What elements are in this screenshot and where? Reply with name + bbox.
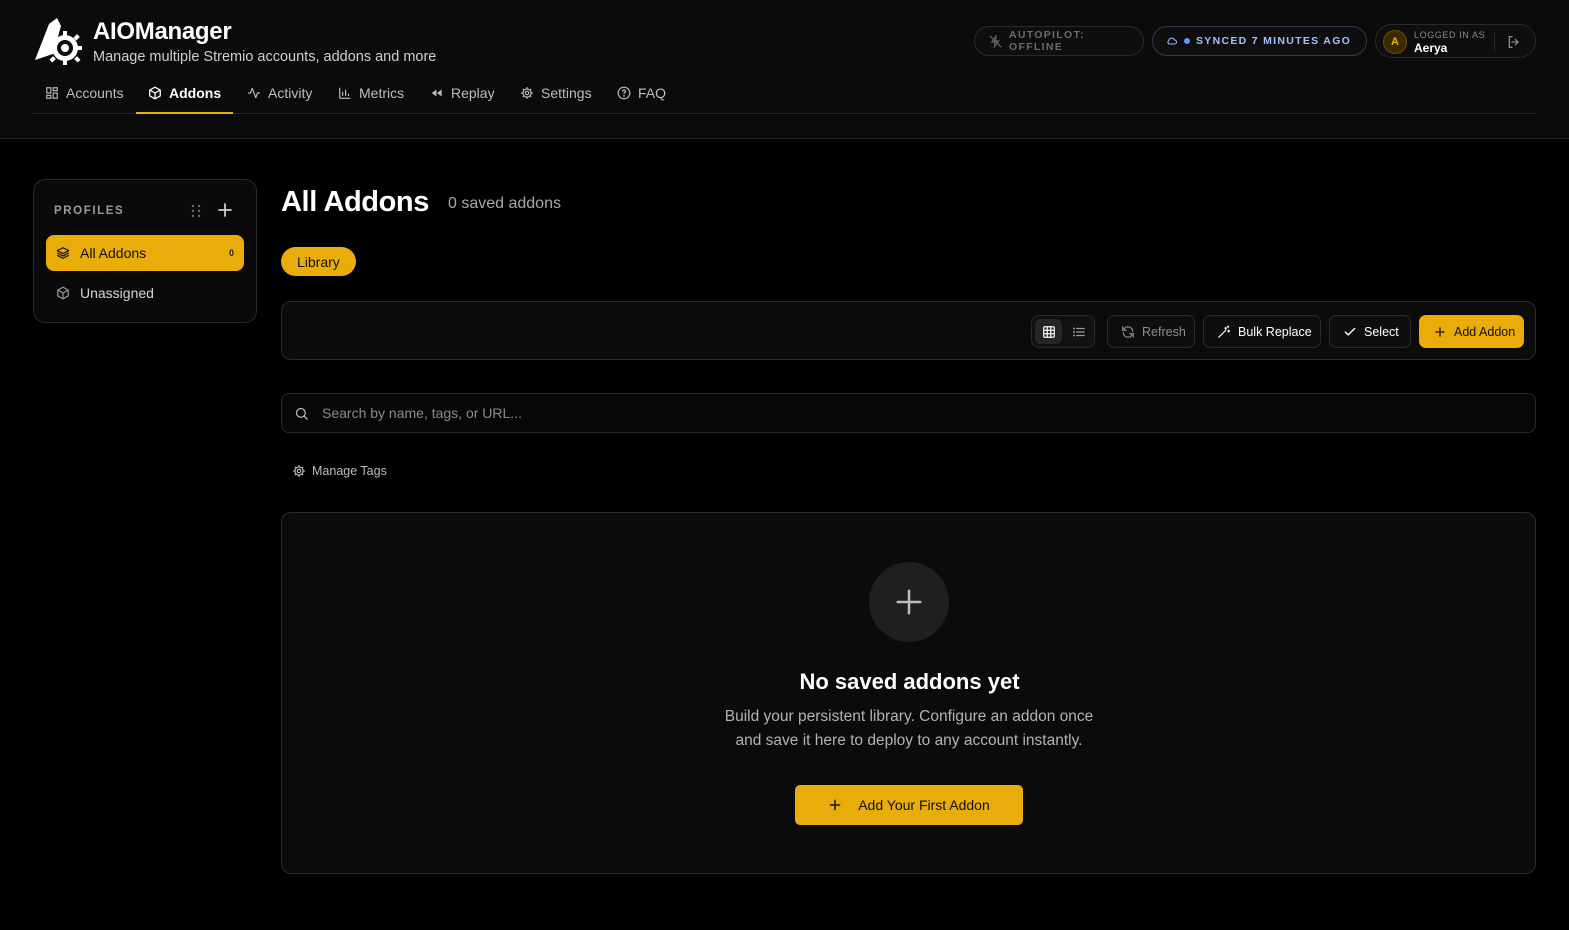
grid-view-button[interactable]	[1035, 319, 1062, 344]
bulk-replace-label: Bulk Replace	[1238, 324, 1312, 339]
plus-icon	[896, 589, 922, 615]
tab-label: FAQ	[638, 84, 667, 101]
tab-addons[interactable]: Addons	[135, 72, 234, 114]
sync-label: SYNCED 7 MINUTES AGO	[1196, 35, 1352, 47]
app-title: AIOManager	[93, 18, 232, 45]
bulk-replace-button[interactable]: Bulk Replace	[1203, 315, 1321, 348]
rewind-icon	[431, 89, 442, 96]
magic-wand-icon	[1218, 325, 1231, 338]
count-badge: 0	[228, 248, 234, 258]
empty-description-line: and save it here to deploy to any accoun…	[735, 732, 1083, 749]
sidebar-item-label: All Addons	[80, 245, 147, 261]
tab-label: Addons	[169, 84, 222, 101]
tab-label: Metrics	[359, 84, 405, 101]
drag-handle-icon[interactable]	[190, 204, 202, 218]
search-bar	[281, 393, 1536, 433]
refresh-button[interactable]: Refresh	[1107, 315, 1195, 348]
empty-state: No saved addons yet Build your persisten…	[281, 512, 1536, 874]
layers-icon	[56, 247, 70, 259]
tab-accounts[interactable]: Accounts	[45, 72, 124, 113]
sidebar-item-label: Unassigned	[80, 285, 154, 301]
refresh-label: Refresh	[1142, 324, 1186, 339]
gear-icon	[293, 465, 305, 477]
tab-label: Settings	[541, 84, 592, 101]
username: Aerya	[1414, 41, 1448, 55]
sidebar-item-unassigned[interactable]: Unassigned	[46, 275, 244, 311]
page-title: All Addons	[281, 186, 429, 218]
divider	[1494, 33, 1495, 51]
empty-plus-circle	[869, 562, 949, 642]
app-logo	[35, 18, 82, 65]
login-label: LOGGED IN AS	[1414, 30, 1486, 40]
tab-faq[interactable]: FAQ	[617, 72, 666, 113]
zap-off-icon	[989, 34, 1002, 48]
profiles-title: PROFILES	[54, 205, 125, 217]
tab-label: Replay	[451, 84, 495, 101]
add-first-addon-button[interactable]: Add Your First Addon	[795, 785, 1023, 825]
saved-count: 0 saved addons	[448, 195, 561, 212]
search-icon	[295, 407, 308, 420]
bar-chart-icon	[339, 87, 351, 99]
sidebar-item-all-addons[interactable]: All Addons 0	[46, 235, 244, 271]
tab-label: Accounts	[66, 84, 124, 101]
app-header: AIOManager Manage multiple Stremio accou…	[0, 0, 1569, 139]
plus-icon	[1435, 326, 1445, 337]
plus-icon	[829, 799, 841, 811]
avatar[interactable]: A	[1383, 30, 1407, 54]
add-addon-button[interactable]: Add Addon	[1419, 315, 1524, 348]
tab-label: Activity	[268, 84, 313, 101]
add-profile-icon[interactable]	[217, 202, 233, 218]
tab-settings[interactable]: Settings	[520, 72, 592, 113]
refresh-icon	[1122, 325, 1134, 338]
empty-description: Build your persistent library. Configure…	[709, 705, 1109, 753]
add-first-addon-label: Add Your First Addon	[858, 797, 990, 813]
search-input[interactable]	[322, 394, 1522, 432]
app-subtitle: Manage multiple Stremio accounts, addons…	[93, 49, 437, 65]
autopilot-status[interactable]: AUTOPILOT: OFFLINE	[974, 26, 1144, 56]
cloud-icon	[1167, 37, 1177, 45]
toolbar: Refresh Bulk Replace Select Add Addon	[281, 301, 1536, 360]
library-chip[interactable]: Library	[281, 247, 356, 276]
tab-metrics[interactable]: Metrics	[338, 72, 404, 113]
manage-tags-button[interactable]: Manage Tags	[292, 464, 387, 478]
manage-tags-label: Manage Tags	[312, 464, 387, 478]
list-view-icon	[1072, 326, 1085, 337]
sync-status[interactable]: SYNCED 7 MINUTES AGO	[1152, 26, 1367, 56]
logout-icon[interactable]	[1506, 34, 1522, 50]
tab-replay[interactable]: Replay	[430, 72, 495, 113]
main-nav: Accounts Addons Activity Metrics Replay …	[33, 72, 1536, 114]
grid-view-icon	[1042, 325, 1055, 338]
autopilot-label: AUTOPILOT: OFFLINE	[1009, 29, 1085, 53]
gear-icon	[521, 86, 533, 99]
check-icon	[1344, 327, 1356, 336]
view-toggle	[1031, 315, 1095, 348]
package-icon	[57, 286, 69, 300]
help-circle-icon	[617, 86, 631, 99]
sync-dot	[1184, 38, 1190, 44]
empty-description-line: Build your persistent library. Configure…	[724, 708, 1094, 725]
tab-activity[interactable]: Activity	[247, 72, 312, 113]
profiles-sidebar: PROFILES All Addons 0 Unassigned	[33, 179, 257, 323]
empty-title: No saved addons yet	[799, 669, 1020, 694]
add-addon-label: Add Addon	[1454, 324, 1516, 339]
select-button[interactable]: Select	[1329, 315, 1411, 348]
select-label: Select	[1364, 324, 1399, 339]
package-icon	[149, 86, 161, 99]
user-menu: A LOGGED IN AS Aerya	[1375, 24, 1536, 58]
grid-icon	[46, 86, 58, 99]
list-view-button[interactable]	[1065, 319, 1092, 344]
activity-icon	[248, 87, 260, 98]
